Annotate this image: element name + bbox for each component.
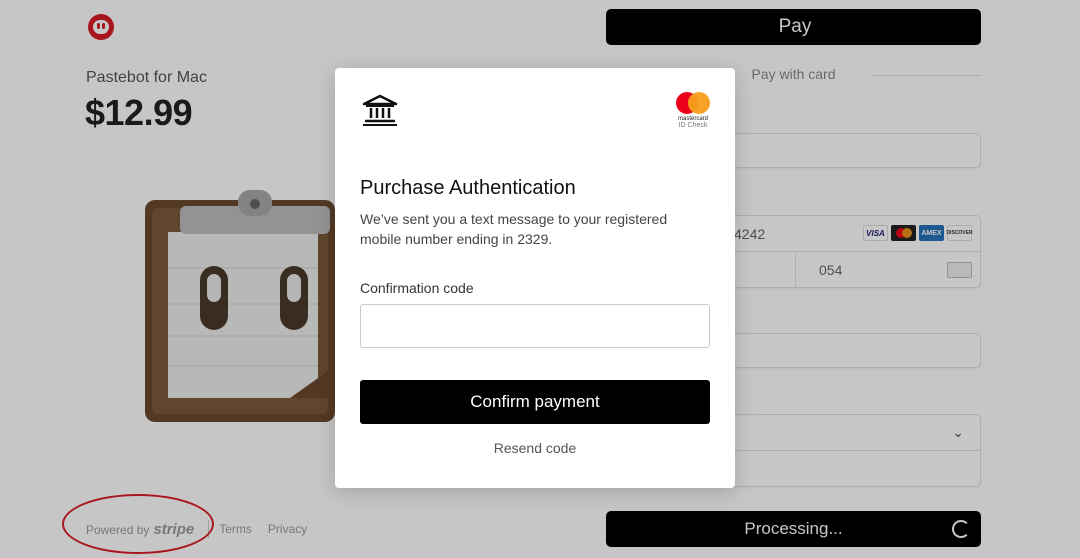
mastercard-circles-icon [675, 92, 711, 114]
bank-icon [362, 94, 398, 126]
modal-message: We’ve sent you a text message to your re… [360, 211, 668, 247]
authentication-modal: mastercard ID Check Purchase Authenticat… [335, 68, 735, 488]
id-check-label: ID Check [678, 122, 708, 129]
confirmation-code-label: Confirmation code [360, 280, 474, 296]
confirm-payment-button[interactable]: Confirm payment [360, 380, 710, 424]
confirmation-code-input[interactable] [360, 304, 710, 348]
mastercard-id-check-logo: mastercard ID Check [675, 92, 711, 129]
resend-code-link[interactable]: Resend code [335, 440, 735, 456]
modal-title: Purchase Authentication [360, 177, 576, 199]
